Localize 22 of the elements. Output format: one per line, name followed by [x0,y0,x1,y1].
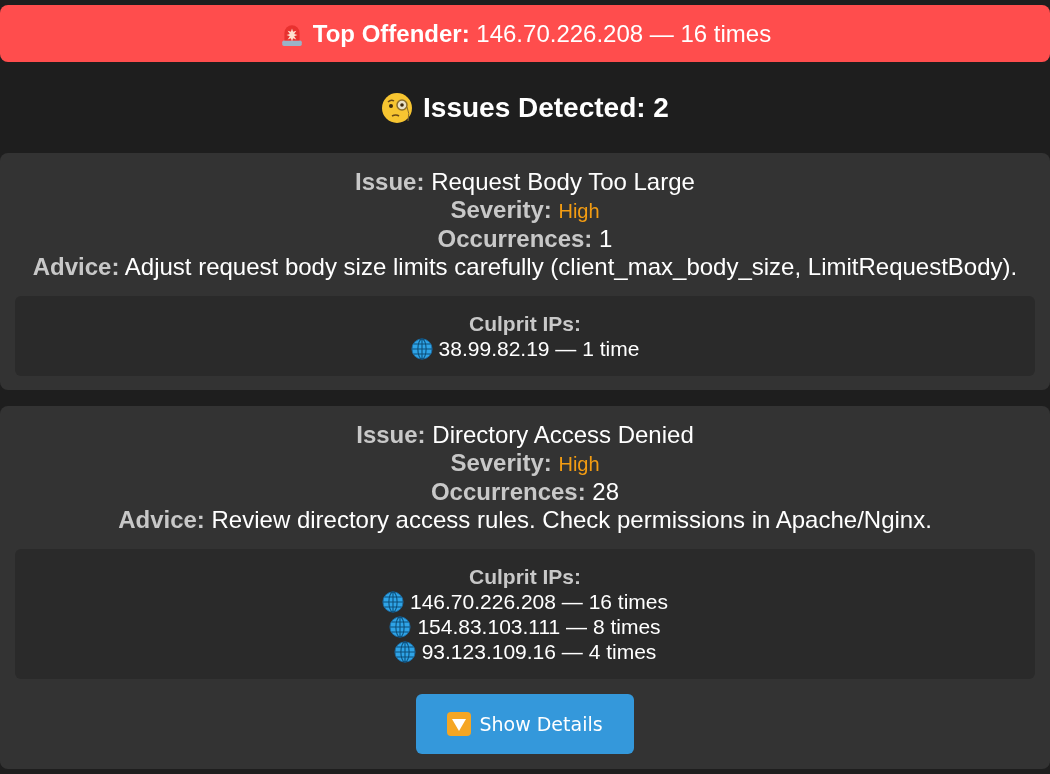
culprit-ip-text: 154.83.103.111 — 8 times [417,614,661,639]
issue-detail-line: Occurrences: 28 [430,478,620,506]
banner-text: Top Offender: 146.70.226.208 — 16 times [312,19,772,48]
culprit-ips-title: Culprit IPs: [469,311,581,336]
globe-icon [382,590,404,613]
culprit-ip-text: 38.99.82.19 — 1 time [438,336,640,361]
issue-detail-line: Advice: Adjust request body size limits carefully (client_max_body_size, LimitRequestBody). [32,253,1018,281]
issue-detail-line: Occurrences: 1 [437,225,613,253]
culprit-ip-text: 146.70.226.208 — 16 times [410,589,668,614]
severity-line: Severity: High [450,449,600,478]
culprit-ip-text: 93.123.109.16 — 4 times [421,639,657,664]
culprit-ips-title: Culprit IPs: [469,564,581,589]
issues-heading: Issues Detected: 2 [423,91,669,124]
issue-detail-line: Issue: Directory Access Denied [356,421,694,449]
globe-icon [393,640,416,663]
show-details-button[interactable]: Show Details [416,694,634,754]
monocle-face-icon [381,91,414,124]
globe-icon [389,615,412,638]
issue-detail-line: Issue: Request Body Too Large [355,168,695,196]
globe-icon [410,337,433,360]
severity-line: Severity: High [450,196,600,225]
issue-detail-line: Advice: Review directory access rules. Check permissions in Apache/Nginx. [118,506,932,534]
